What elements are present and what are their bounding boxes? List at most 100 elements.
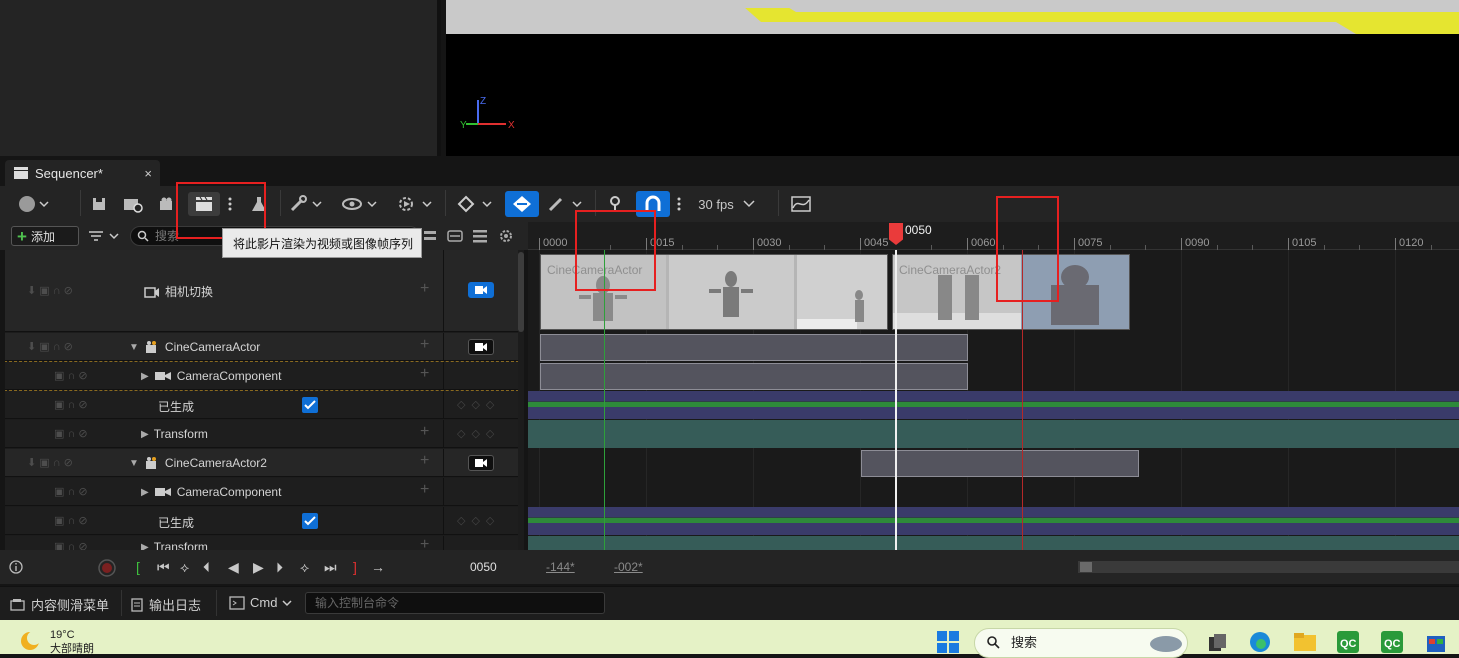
flask-button[interactable] (247, 192, 271, 216)
camera-lock-toggle[interactable] (468, 339, 494, 355)
render-movie-button[interactable] (188, 192, 220, 216)
view-range-end[interactable]: -002* (614, 560, 643, 574)
collapse-rows-icon[interactable] (447, 228, 463, 244)
transform-track-2[interactable]: ▣ ∩ ⊘ ▶ Transform + (5, 536, 523, 550)
spawned-track-2[interactable]: ▣ ∩ ⊘ 已生成 ◇◇◇ (5, 507, 523, 535)
list-view-icon[interactable] (472, 228, 488, 244)
filter-dropdown[interactable] (86, 226, 122, 246)
info-icon[interactable] (9, 560, 23, 574)
spawned1-lane[interactable] (528, 391, 1459, 419)
camera-cut-track[interactable]: ⬇ ▣ ∩ ⊘ 相机切换 + (5, 250, 523, 332)
outliner-scroll-thumb[interactable] (518, 252, 524, 332)
play-icon[interactable]: ▶ (253, 559, 264, 576)
track-lock-icons[interactable]: ▣ ∩ ⊘ (54, 485, 88, 498)
track-lock-icons[interactable]: ⬇ ▣ ∩ ⊘ (27, 284, 73, 297)
keyframe-nav-icons[interactable]: ◇◇◇ (457, 398, 500, 411)
view-options-dropdown[interactable] (340, 192, 380, 216)
set-start-icon[interactable]: [ (136, 559, 140, 575)
actor-track-2[interactable]: ⬇ ▣ ∩ ⊘ ▼ CineCameraActor2 + (5, 449, 523, 477)
camera-lock-toggle[interactable] (468, 282, 494, 298)
keyframe-nav-icons[interactable]: ◇◇◇ (457, 427, 500, 440)
task-view-icon[interactable] (1206, 632, 1228, 654)
keyframe-nav-icons[interactable]: ◇◇◇ (457, 514, 500, 527)
qc-app-icon[interactable]: QC (1336, 630, 1360, 654)
expand-arrow-icon[interactable]: ▶ (141, 429, 149, 440)
add-icon[interactable]: + (420, 280, 429, 298)
snap-toggle[interactable] (636, 191, 670, 217)
prev-key-icon[interactable]: ⟡ (180, 559, 189, 576)
collapse-arrow-icon[interactable]: ▼ (129, 458, 139, 469)
add-icon[interactable]: + (420, 423, 429, 441)
close-icon[interactable]: × (144, 166, 152, 181)
spawned-checkbox[interactable] (302, 397, 318, 413)
expand-arrow-icon[interactable]: ▶ (141, 487, 149, 498)
camera-component-track-1[interactable]: ▣ ∩ ⊘ ▶ CameraComponent + (5, 361, 523, 391)
sequencer-tab[interactable]: Sequencer* × (5, 160, 160, 186)
timeline-area[interactable]: CineCameraActor CineCameraActor2 (528, 250, 1459, 550)
step-back-icon[interactable]: ⏴ (203, 559, 210, 576)
view-range-start[interactable]: -144* (546, 560, 575, 574)
settings-gear-icon[interactable] (498, 228, 514, 244)
add-icon[interactable]: + (420, 336, 429, 354)
transform2-lane[interactable] (528, 536, 1459, 550)
playback-options-dropdown[interactable] (395, 192, 435, 216)
camera-component-track-2[interactable]: ▣ ∩ ⊘ ▶ CameraComponent + (5, 478, 523, 506)
track-lock-icons[interactable]: ▣ ∩ ⊘ (54, 427, 88, 440)
spawned2-lane[interactable] (528, 507, 1459, 535)
render-options-menu[interactable] (223, 192, 237, 216)
set-end-icon[interactable]: ] (353, 559, 357, 575)
output-log-button[interactable]: 输出日志 (130, 595, 201, 614)
add-icon[interactable]: + (420, 452, 429, 470)
camera-actor-button[interactable] (157, 192, 179, 216)
add-track-button[interactable]: + 添加 (11, 226, 79, 246)
qc-app-icon[interactable]: QC (1380, 630, 1404, 654)
fps-dropdown[interactable]: 30 fps (695, 192, 759, 216)
jump-to-end-icon[interactable]: ⏭ (324, 559, 337, 576)
content-drawer-button[interactable]: 内容侧滑菜单 (10, 595, 109, 614)
console-input[interactable]: 输入控制台命令 (305, 592, 605, 614)
collapse-arrow-icon[interactable]: ▼ (129, 342, 139, 353)
store-icon[interactable] (1424, 630, 1448, 654)
record-icon[interactable] (97, 558, 117, 578)
camera-lock-toggle[interactable] (468, 455, 494, 471)
edit-mode-dropdown[interactable] (545, 192, 585, 216)
expand-arrow-icon[interactable]: ▶ (141, 371, 149, 382)
weather-icon[interactable] (17, 628, 43, 654)
expand-rows-icon[interactable] (423, 228, 437, 244)
cmd-dropdown[interactable]: Cmd (229, 595, 292, 610)
tools-dropdown[interactable] (287, 192, 325, 216)
loop-arrow-icon[interactable]: → (371, 559, 385, 575)
track-lock-icons[interactable]: ⬇ ▣ ∩ ⊘ (27, 340, 73, 353)
next-key-icon[interactable]: ⟡ (300, 559, 309, 576)
step-forward-icon[interactable]: ⏵ (276, 559, 283, 576)
auto-key-button[interactable] (505, 191, 539, 217)
snap-options-menu[interactable] (672, 192, 686, 216)
actor-track-1[interactable]: ⬇ ▣ ∩ ⊘ ▼ CineCameraActor + (5, 333, 523, 361)
jump-to-start-icon[interactable]: ⏮ (157, 559, 170, 576)
camera-cut-section-2[interactable]: CineCameraActor2 (892, 254, 1130, 330)
windows-start-icon[interactable] (936, 630, 960, 654)
key-options-dropdown[interactable] (455, 192, 495, 216)
track-lock-icons[interactable]: ▣ ∩ ⊘ (54, 540, 88, 550)
current-frame-field[interactable]: 0050 (470, 560, 497, 574)
playback-end-marker[interactable] (1022, 250, 1023, 550)
timeline-scrollbar[interactable] (1078, 561, 1459, 573)
curve-editor-button[interactable] (788, 192, 814, 216)
track-lock-icons[interactable]: ▣ ∩ ⊘ (54, 514, 88, 527)
play-reverse-icon[interactable]: ◀ (228, 559, 239, 576)
weather-widget[interactable]: 19°C 大部晴朗 (50, 628, 94, 656)
transform-track-1[interactable]: ▣ ∩ ⊘ ▶ Transform + ◇◇◇ (5, 420, 523, 448)
expand-arrow-icon[interactable]: ▶ (141, 542, 149, 551)
spawned-track-1[interactable]: ▣ ∩ ⊘ 已生成 ◇◇◇ (5, 391, 523, 419)
playhead-line[interactable] (895, 250, 897, 550)
add-icon[interactable]: + (420, 536, 429, 550)
save-button[interactable] (88, 192, 110, 216)
file-explorer-icon[interactable] (1292, 630, 1318, 654)
add-icon[interactable]: + (420, 365, 429, 383)
browse-button[interactable] (120, 192, 146, 216)
track-lock-icons[interactable]: ▣ ∩ ⊘ (54, 369, 88, 382)
playback-start-marker[interactable] (604, 250, 605, 550)
transform1-lane[interactable] (528, 420, 1459, 448)
level-viewport[interactable]: Z X Y (446, 0, 1459, 156)
track-lock-icons[interactable]: ⬇ ▣ ∩ ⊘ (27, 456, 73, 469)
